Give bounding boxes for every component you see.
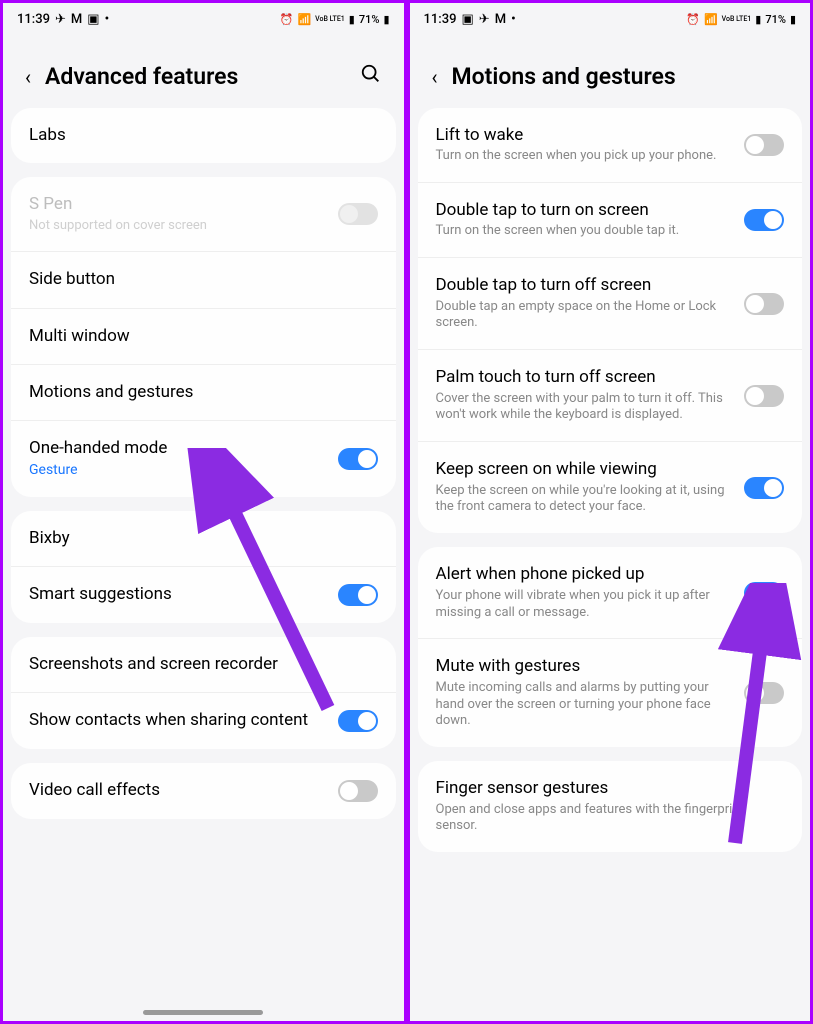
volte-label: VoB LTE1 [315, 16, 345, 23]
mute-title: Mute with gestures [436, 656, 733, 677]
don-title: Double tap to turn on screen [436, 200, 733, 221]
battery-pct: 71% [359, 13, 380, 26]
smart-toggle[interactable] [338, 584, 378, 606]
status-bar: 11:39 ✈ M ▣ • ⏰ 📶 VoB LTE1 ▮ 71% ▮ [3, 3, 404, 35]
image-icon: ▣ [87, 12, 99, 27]
motions-label: Motions and gestures [29, 382, 378, 403]
alert-toggle[interactable] [744, 582, 784, 604]
row-double-tap-on[interactable]: Double tap to turn on screen Turn on the… [418, 182, 803, 257]
finger-sub: Open and close apps and features with th… [436, 802, 785, 836]
status-time: 11:39 [17, 12, 50, 27]
palm-sub: Cover the screen with your palm to turn … [436, 391, 733, 425]
mute-toggle[interactable] [744, 682, 784, 704]
alarm-icon: ⏰ [280, 13, 294, 26]
doff-sub: Double tap an empty space on the Home or… [436, 299, 733, 333]
contacts-toggle[interactable] [338, 710, 378, 732]
battery-pct: 71% [765, 13, 786, 26]
telegram-icon: ✈ [479, 12, 490, 27]
keep-sub: Keep the screen on while you're looking … [436, 483, 733, 517]
status-bar: 11:39 ▣ ✈ M • ⏰ 📶 VoB LTE1 ▮ 71% ▮ [410, 3, 811, 35]
row-double-tap-off[interactable]: Double tap to turn off screen Double tap… [418, 257, 803, 349]
lift-sub: Turn on the screen when you pick up your… [436, 148, 733, 165]
row-screenshots[interactable]: Screenshots and screen recorder [11, 637, 396, 692]
row-multi-window[interactable]: Multi window [11, 308, 396, 364]
status-time: 11:39 [424, 12, 457, 27]
phone-left: 11:39 ✈ M ▣ • ⏰ 📶 VoB LTE1 ▮ 71% ▮ ‹ Adv… [0, 0, 407, 1024]
settings-list: Labs S Pen Not supported on cover screen… [3, 108, 404, 1003]
phone-right: 11:39 ▣ ✈ M • ⏰ 📶 VoB LTE1 ▮ 71% ▮ ‹ Mot… [407, 0, 813, 1024]
row-one-handed[interactable]: One-handed mode Gesture [11, 420, 396, 496]
spen-sub: Not supported on cover screen [29, 218, 326, 235]
gmail-icon: M [495, 12, 506, 27]
row-palm-touch[interactable]: Palm touch to turn off screen Cover the … [418, 349, 803, 441]
bixby-label: Bixby [29, 528, 378, 549]
battery-icon: ▮ [383, 13, 389, 26]
row-side-button[interactable]: Side button [11, 251, 396, 307]
palm-toggle[interactable] [744, 385, 784, 407]
row-keep-screen-on[interactable]: Keep screen on while viewing Keep the sc… [418, 441, 803, 533]
row-finger-sensor[interactable]: Finger sensor gestures Open and close ap… [418, 761, 803, 852]
settings-list: Lift to wake Turn on the screen when you… [410, 108, 811, 1021]
mute-sub: Mute incoming calls and alarms by puttin… [436, 680, 733, 731]
lift-title: Lift to wake [436, 125, 733, 146]
telegram-icon: ✈ [55, 12, 66, 27]
row-labs[interactable]: Labs [11, 108, 396, 163]
lift-toggle[interactable] [744, 134, 784, 156]
row-alert-picked-up[interactable]: Alert when phone picked up Your phone wi… [418, 547, 803, 638]
alarm-icon: ⏰ [686, 13, 700, 26]
keep-title: Keep screen on while viewing [436, 459, 733, 480]
row-s-pen: S Pen Not supported on cover screen [11, 177, 396, 251]
page-title: Motions and gestures [452, 63, 788, 90]
row-video-effects[interactable]: Video call effects [11, 763, 396, 819]
back-icon[interactable]: ‹ [432, 65, 438, 89]
gmail-icon: M [71, 12, 82, 27]
row-smart-suggestions[interactable]: Smart suggestions [11, 566, 396, 623]
volte-label: VoB LTE1 [722, 16, 752, 23]
smart-label: Smart suggestions [29, 584, 326, 605]
multi-window-label: Multi window [29, 326, 378, 347]
back-icon[interactable]: ‹ [25, 65, 31, 89]
palm-title: Palm touch to turn off screen [436, 367, 733, 388]
keep-toggle[interactable] [744, 477, 784, 499]
screenshots-label: Screenshots and screen recorder [29, 654, 378, 675]
more-icon: • [511, 12, 516, 27]
side-button-label: Side button [29, 269, 378, 290]
alert-sub: Your phone will vibrate when you pick it… [436, 588, 733, 622]
image-icon: ▣ [461, 12, 473, 27]
battery-icon: ▮ [790, 13, 796, 26]
row-bixby[interactable]: Bixby [11, 511, 396, 566]
video-label: Video call effects [29, 780, 326, 801]
alert-title: Alert when phone picked up [436, 564, 733, 585]
nav-bar [3, 1003, 404, 1021]
row-show-contacts[interactable]: Show contacts when sharing content [11, 692, 396, 749]
wifi-icon: 📶 [297, 13, 311, 26]
doff-toggle[interactable] [744, 293, 784, 315]
more-icon: • [105, 12, 110, 27]
page-title: Advanced features [45, 63, 345, 90]
doff-title: Double tap to turn off screen [436, 275, 733, 296]
onehand-label: One-handed mode [29, 438, 326, 459]
row-mute-gestures[interactable]: Mute with gestures Mute incoming calls a… [418, 638, 803, 747]
wifi-icon: 📶 [704, 13, 718, 26]
don-toggle[interactable] [744, 209, 784, 231]
onehand-toggle[interactable] [338, 448, 378, 470]
signal-icon: ▮ [349, 13, 355, 26]
spen-label: S Pen [29, 194, 326, 215]
onehand-sub: Gesture [29, 461, 326, 479]
header: ‹ Motions and gestures [410, 35, 811, 108]
row-lift-to-wake[interactable]: Lift to wake Turn on the screen when you… [418, 108, 803, 182]
nav-pill[interactable] [143, 1010, 263, 1015]
row-motions-gestures[interactable]: Motions and gestures [11, 364, 396, 420]
search-icon[interactable] [360, 63, 382, 90]
video-toggle[interactable] [338, 780, 378, 802]
spen-toggle [338, 203, 378, 225]
header: ‹ Advanced features [3, 35, 404, 108]
contacts-label: Show contacts when sharing content [29, 710, 326, 731]
signal-icon: ▮ [755, 13, 761, 26]
don-sub: Turn on the screen when you double tap i… [436, 223, 733, 240]
finger-title: Finger sensor gestures [436, 778, 785, 799]
labs-label: Labs [29, 125, 378, 146]
